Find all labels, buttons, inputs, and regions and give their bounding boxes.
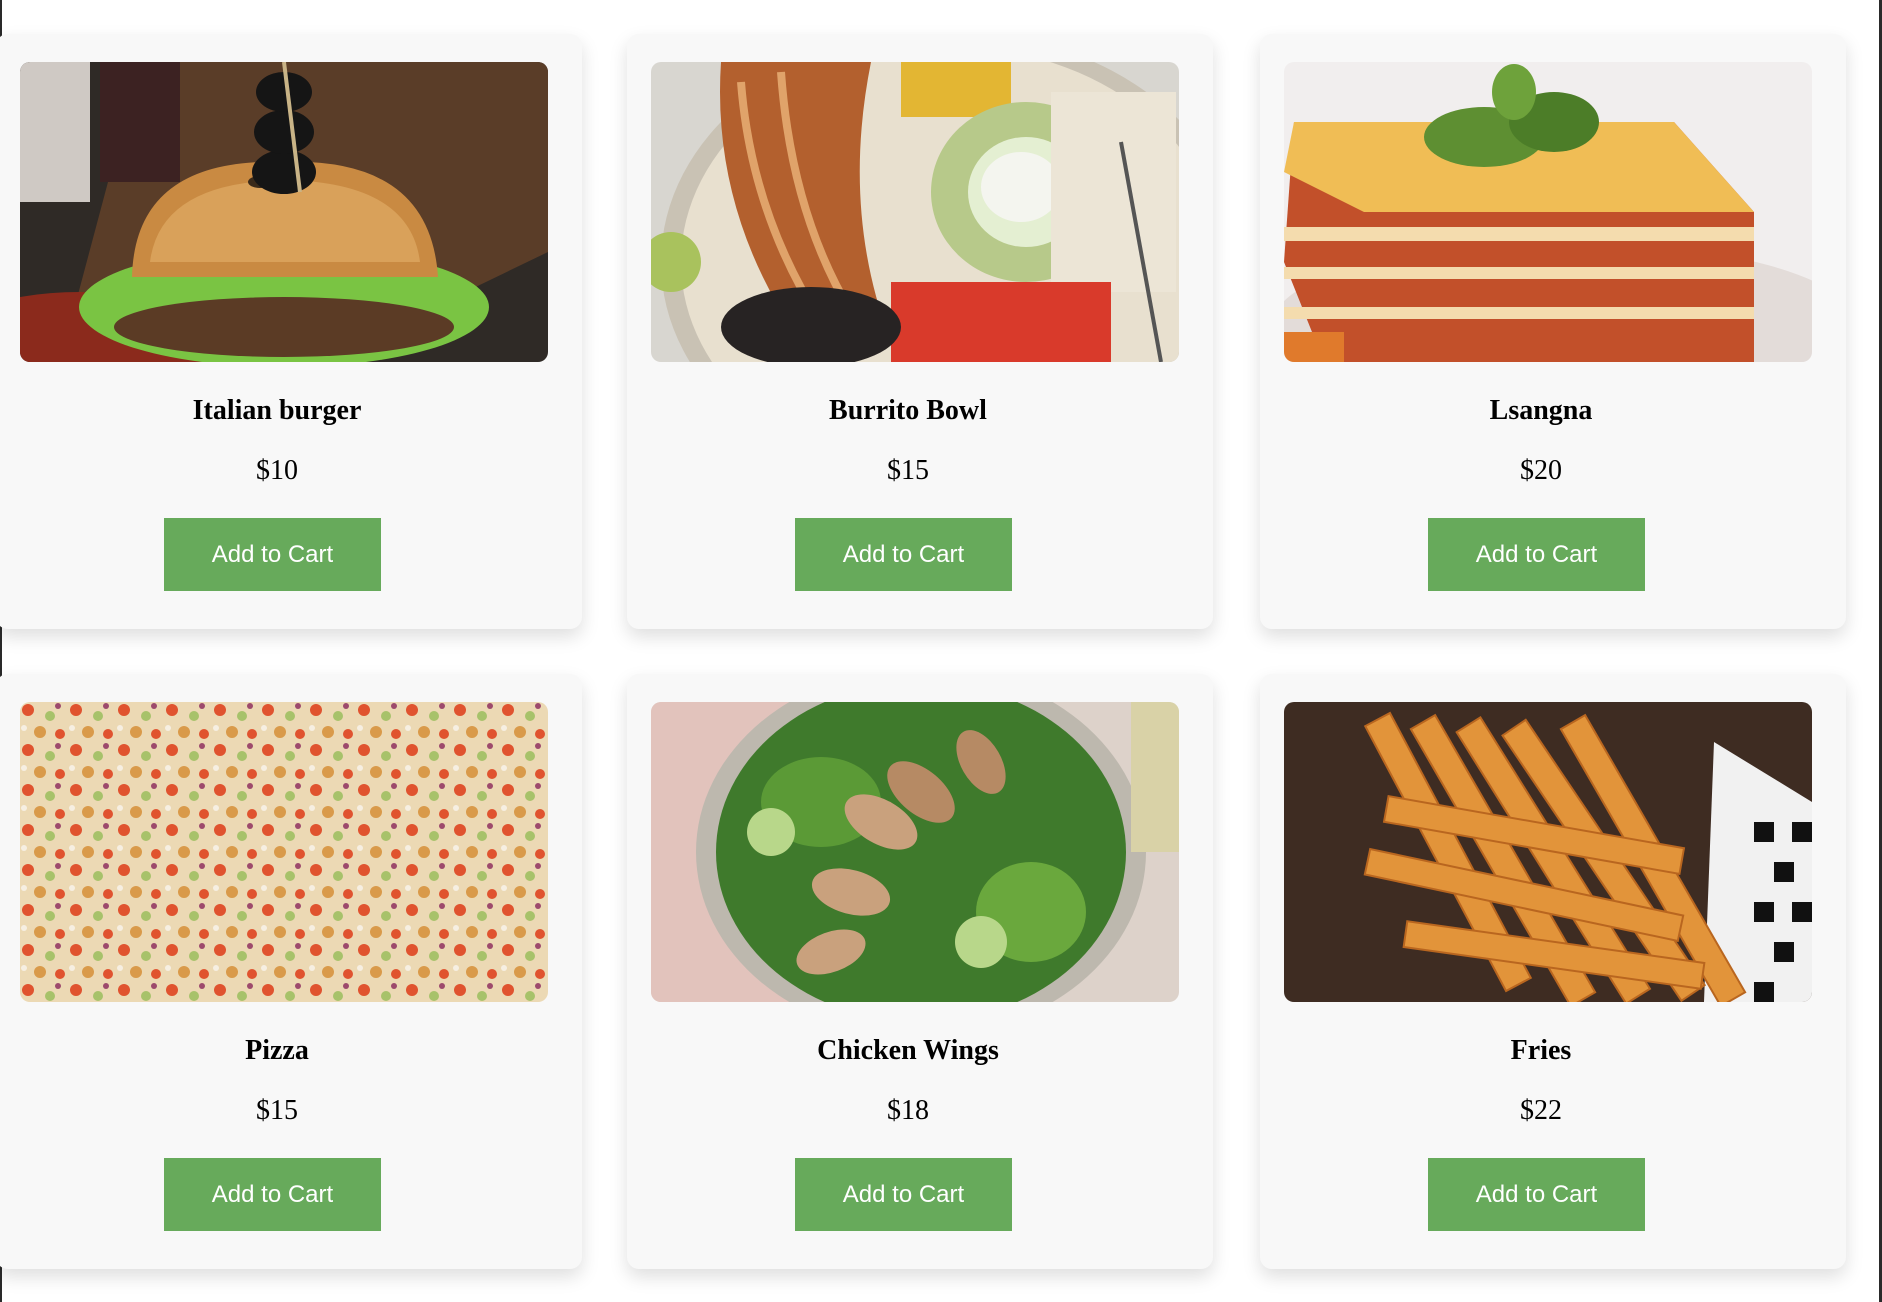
add-to-cart-button[interactable]: Add to Cart xyxy=(795,1158,1012,1231)
add-to-cart-button[interactable]: Add to Cart xyxy=(795,518,1012,591)
item-name: Burrito Bowl xyxy=(829,395,987,426)
burger-photo xyxy=(20,62,548,362)
item-name: Chicken Wings xyxy=(817,1035,999,1066)
menu-card: Fries $22 Add to Cart xyxy=(1260,674,1846,1269)
item-price: $22 xyxy=(1520,1095,1562,1126)
item-name: Italian burger xyxy=(192,395,362,426)
chicken-salad-photo xyxy=(651,702,1179,1002)
menu-card: Pizza $15 Add to Cart xyxy=(0,674,582,1269)
item-name: Lsangna xyxy=(1489,395,1593,426)
pizza-photo xyxy=(20,702,548,1002)
fries-photo xyxy=(1284,702,1812,1002)
burrito-bowl-photo xyxy=(651,62,1179,362)
menu-card: Chicken Wings $18 Add to Cart xyxy=(627,674,1213,1269)
item-name: Fries xyxy=(1510,1035,1572,1066)
item-name: Pizza xyxy=(245,1035,309,1066)
add-to-cart-button[interactable]: Add to Cart xyxy=(164,518,381,591)
item-price: $10 xyxy=(256,455,298,486)
add-to-cart-button[interactable]: Add to Cart xyxy=(1428,518,1645,591)
item-price: $15 xyxy=(256,1095,298,1126)
add-to-cart-button[interactable]: Add to Cart xyxy=(1428,1158,1645,1231)
lasagna-photo xyxy=(1284,62,1812,362)
menu-card: Italian burger $10 Add to Cart xyxy=(0,34,582,629)
menu-card: Lsangna $20 Add to Cart xyxy=(1260,34,1846,629)
item-price: $15 xyxy=(887,455,929,486)
item-price: $18 xyxy=(887,1095,929,1126)
add-to-cart-button[interactable]: Add to Cart xyxy=(164,1158,381,1231)
menu-grid: Italian burger $10 Add to Cart Burrito B… xyxy=(0,0,1882,1302)
menu-card: Burrito Bowl $15 Add to Cart xyxy=(627,34,1213,629)
item-price: $20 xyxy=(1520,455,1562,486)
